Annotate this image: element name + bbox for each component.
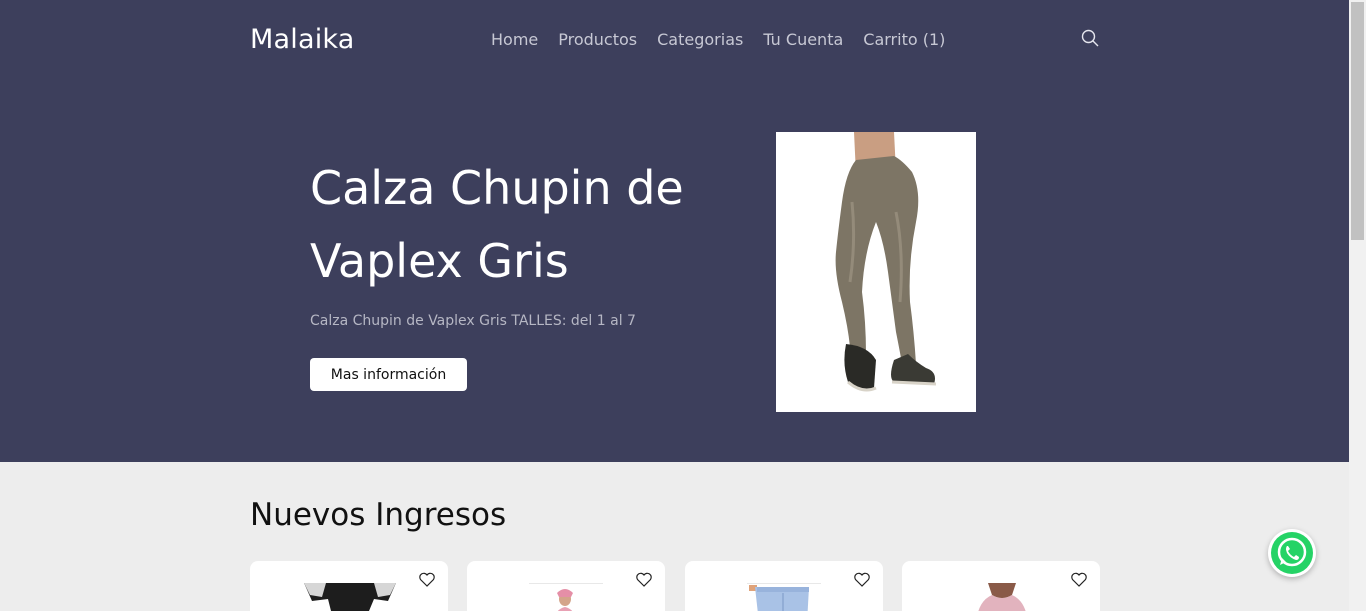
nav-tu-cuenta[interactable]: Tu Cuenta — [763, 30, 843, 49]
section-title: Nuevos Ingresos — [250, 497, 507, 533]
heart-icon[interactable] — [418, 571, 436, 589]
nav-categorias[interactable]: Categorias — [657, 30, 743, 49]
nav-productos[interactable]: Productos — [558, 30, 637, 49]
scrollbar-thumb[interactable] — [1351, 2, 1364, 240]
product-card[interactable] — [685, 561, 883, 611]
nav-carrito[interactable]: Carrito (1) — [863, 30, 945, 49]
page-scrollbar[interactable] — [1349, 0, 1366, 611]
brand-logo[interactable]: Malaika — [250, 24, 355, 55]
nav-home[interactable]: Home — [491, 30, 538, 49]
hero-banner: Malaika Home Productos Categorias Tu Cue… — [0, 0, 1349, 462]
hero-description: Calza Chupin de Vaplex Gris TALLES: del … — [310, 313, 636, 329]
hero-title: Calza Chupin de Vaplex Gris — [310, 161, 684, 288]
product-card[interactable] — [467, 561, 665, 611]
heart-icon[interactable] — [1070, 571, 1088, 589]
more-info-button[interactable]: Mas información — [310, 358, 467, 391]
heart-icon[interactable] — [853, 571, 871, 589]
hero-product-image[interactable] — [776, 132, 976, 412]
product-card[interactable] — [902, 561, 1100, 611]
main-nav: Home Productos Categorias Tu Cuenta Carr… — [491, 30, 965, 49]
whatsapp-icon[interactable] — [1268, 529, 1316, 577]
search-icon[interactable] — [1080, 28, 1100, 48]
product-card[interactable] — [250, 561, 448, 611]
heart-icon[interactable] — [635, 571, 653, 589]
